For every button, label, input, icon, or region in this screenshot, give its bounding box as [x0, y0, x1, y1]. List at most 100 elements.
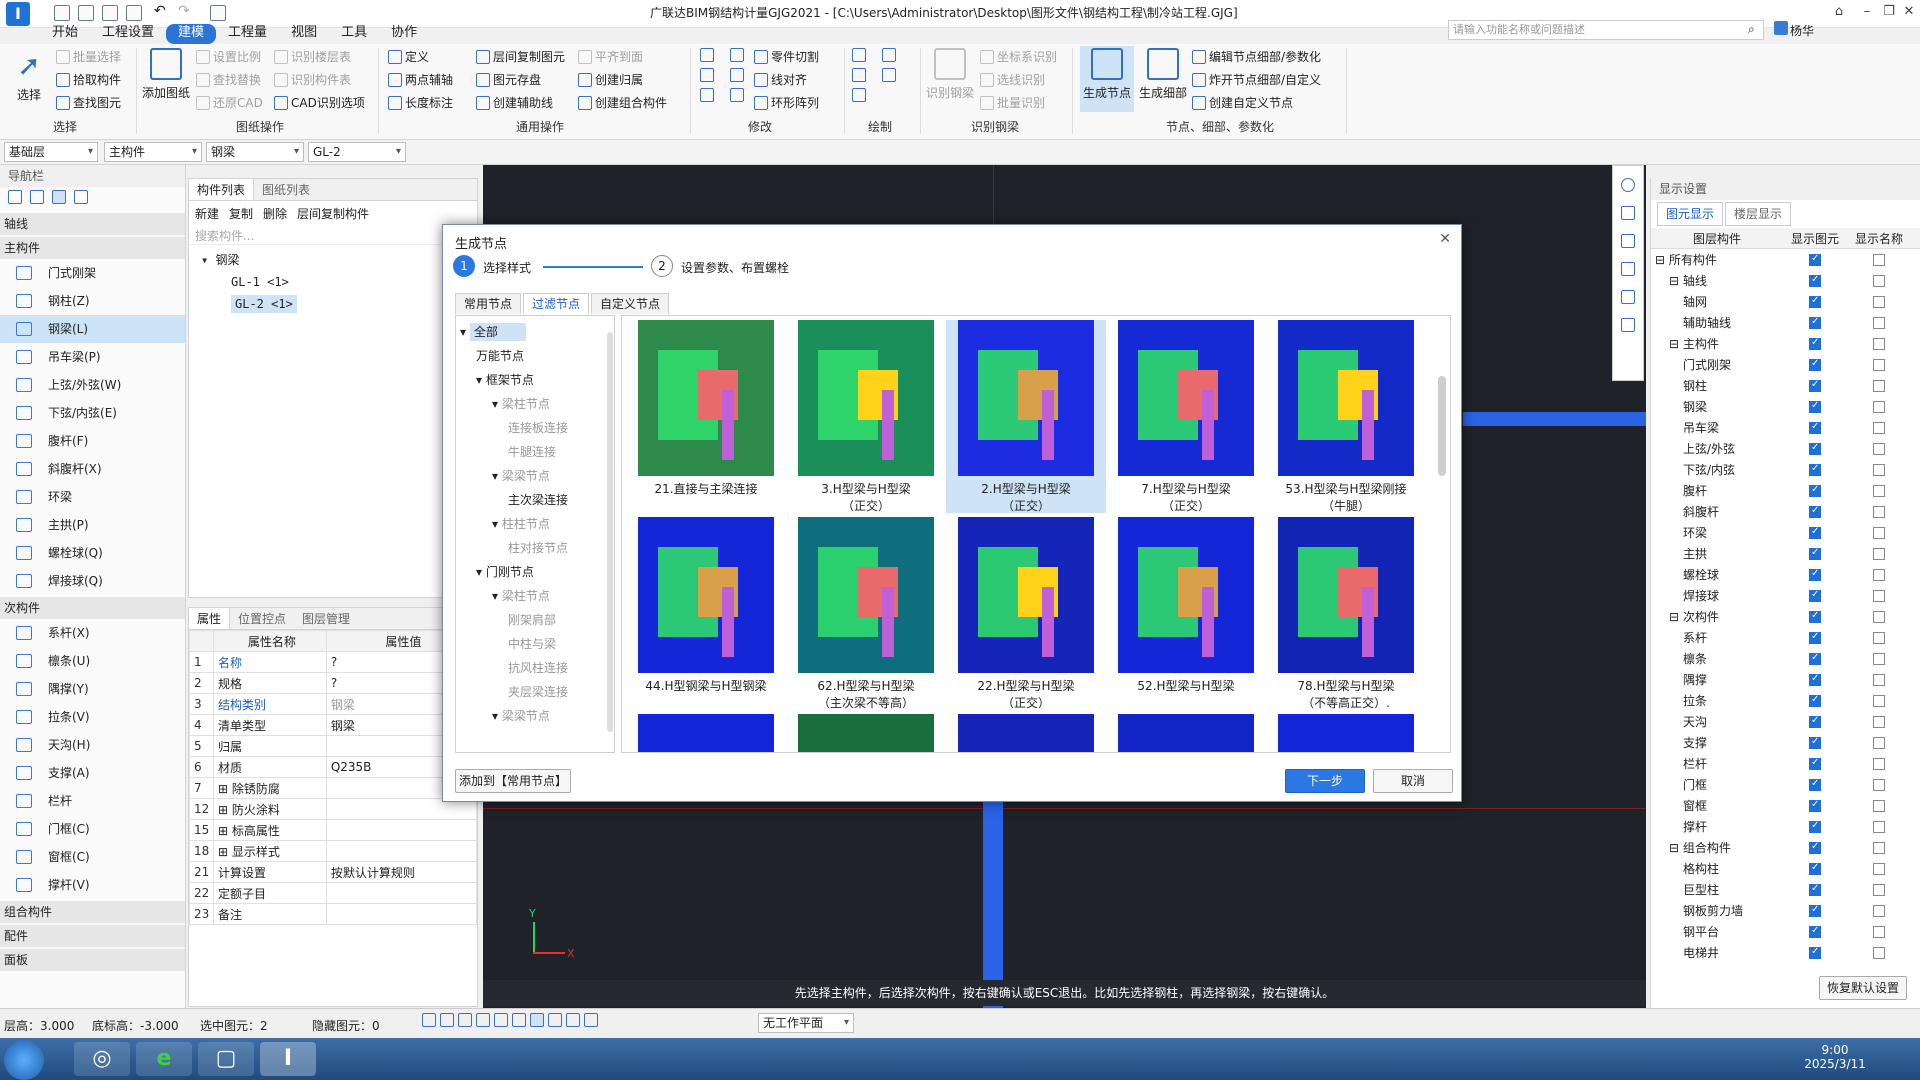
generate-node-button[interactable]: 生成节点: [1080, 46, 1134, 112]
tab-filter-nodes[interactable]: 过滤节点: [523, 293, 590, 314]
nav-section[interactable]: 次构件: [0, 597, 185, 619]
tab-component-list[interactable]: 构件列表: [189, 179, 255, 200]
show-element-checkbox[interactable]: [1809, 946, 1821, 959]
show-name-checkbox[interactable]: [1873, 716, 1885, 728]
menu-tab-1[interactable]: 工程设置: [90, 24, 166, 44]
report-icon[interactable]: [1621, 318, 1635, 332]
show-name-checkbox[interactable]: [1873, 401, 1885, 413]
property-value[interactable]: [325, 840, 478, 862]
save-icon[interactable]: [126, 5, 142, 21]
property-row[interactable]: 1 名称?: [189, 651, 478, 673]
menu-tab-6[interactable]: 协作: [379, 24, 429, 44]
show-element-checkbox[interactable]: [1809, 421, 1821, 434]
circle-snap-icon[interactable]: [494, 1013, 508, 1027]
define-button[interactable]: 定义: [388, 48, 453, 65]
menu-tab-5[interactable]: 工具: [329, 24, 379, 44]
show-name-checkbox[interactable]: [1873, 758, 1885, 770]
add-drawing-button[interactable]: 添加图纸: [138, 48, 194, 101]
pin-icon[interactable]: [8, 190, 22, 204]
show-element-checkbox[interactable]: [1809, 316, 1821, 329]
show-name-checkbox[interactable]: [1873, 674, 1885, 686]
tree-scrollbar[interactable]: [607, 332, 613, 732]
show-element-checkbox[interactable]: [1809, 673, 1821, 686]
batch-select-button[interactable]: 批量选择: [56, 48, 121, 65]
tab-control-points[interactable]: 位置控点: [230, 608, 294, 629]
tree-item-gl1[interactable]: GL-1 <1>: [201, 271, 465, 293]
show-element-checkbox[interactable]: [1809, 757, 1821, 770]
node-tree-item[interactable]: ▾ 柱柱节点: [456, 512, 614, 536]
show-element-checkbox[interactable]: [1809, 694, 1821, 707]
point-icon[interactable]: [852, 48, 866, 62]
show-element-checkbox[interactable]: [1809, 547, 1821, 560]
nav-section[interactable]: 轴线: [0, 213, 185, 235]
new-button[interactable]: 新建: [195, 205, 219, 222]
node-thumbnail[interactable]: 21.直接与主梁连接: [626, 320, 786, 513]
show-name-checkbox[interactable]: [1873, 779, 1885, 791]
node-tree-item[interactable]: 牛腿连接: [456, 440, 614, 464]
tab-custom-nodes[interactable]: 自定义节点: [591, 293, 670, 314]
tab-common-nodes[interactable]: 常用节点: [455, 293, 522, 314]
node-thumbnail[interactable]: [786, 714, 946, 752]
floor-select[interactable]: 基础层: [4, 142, 98, 162]
avatar[interactable]: [1774, 21, 1788, 35]
show-name-checkbox[interactable]: [1873, 884, 1885, 896]
identify-floor-button[interactable]: 识别楼层表: [274, 48, 365, 65]
search-icon[interactable]: ⌕: [1748, 22, 1755, 37]
add-to-common-button[interactable]: 添加到【常用节点】: [455, 769, 571, 793]
open-folder-icon[interactable]: [102, 5, 118, 21]
show-name-checkbox[interactable]: [1873, 569, 1885, 581]
snap-box-icon[interactable]: [440, 1013, 454, 1027]
nav-item[interactable]: 隅撑(Y): [0, 675, 185, 703]
nav-item[interactable]: 天沟(H): [0, 731, 185, 759]
tab-element-display[interactable]: 图元显示: [1657, 202, 1724, 226]
grid-scrollbar[interactable]: [1438, 376, 1446, 476]
show-name-checkbox[interactable]: [1873, 737, 1885, 749]
property-row[interactable]: 6 材质 Q235B: [189, 756, 478, 778]
cancel-button[interactable]: 取消: [1373, 769, 1453, 793]
dynamic-input-icon[interactable]: [530, 1013, 544, 1027]
show-name-checkbox[interactable]: [1873, 590, 1885, 602]
show-name-checkbox[interactable]: [1873, 653, 1885, 665]
nav-item[interactable]: 钢柱(Z): [0, 287, 185, 315]
show-name-checkbox[interactable]: [1873, 611, 1885, 623]
show-name-checkbox[interactable]: [1873, 254, 1885, 266]
expand-icon[interactable]: ▾: [492, 589, 502, 603]
node-thumbnail[interactable]: 2.H型梁与H型梁 （正交）: [946, 320, 1106, 513]
show-name-checkbox[interactable]: [1873, 422, 1885, 434]
nav-item[interactable]: 撑杆(V): [0, 871, 185, 899]
show-name-checkbox[interactable]: [1873, 800, 1885, 812]
node-thumbnail[interactable]: [946, 714, 1106, 752]
batch-identify-button[interactable]: 批量识别: [980, 94, 1057, 111]
collapse-icon[interactable]: ⊟: [1669, 337, 1683, 351]
nav-section[interactable]: 配件: [0, 925, 185, 947]
nav-item[interactable]: 系杆(X): [0, 619, 185, 647]
property-row[interactable]: 12 ⊞ 防火涂料: [189, 798, 478, 820]
detail-view-icon[interactable]: [74, 190, 88, 204]
rectangle-icon[interactable]: [852, 88, 866, 102]
nav-section[interactable]: 组合构件: [0, 901, 185, 923]
show-element-checkbox[interactable]: [1809, 820, 1821, 833]
show-element-checkbox[interactable]: [1809, 904, 1821, 917]
rotate-point-icon[interactable]: [882, 48, 896, 62]
tab-layer-management[interactable]: 图层管理: [294, 608, 358, 629]
custom-node-button[interactable]: 创建自定义节点: [1192, 94, 1321, 111]
node-tree-item[interactable]: 刚架肩部: [456, 608, 614, 632]
show-element-checkbox[interactable]: [1809, 841, 1821, 854]
tree-root[interactable]: ▾ 钢梁: [201, 249, 465, 271]
show-name-checkbox[interactable]: [1873, 338, 1885, 350]
find-element-button[interactable]: 查找图元: [56, 94, 121, 111]
property-row[interactable]: 2 规格?: [189, 672, 478, 694]
cube-icon[interactable]: [1621, 262, 1635, 276]
line-icon[interactable]: [852, 68, 866, 82]
property-value[interactable]: [325, 882, 478, 904]
copy-between-floors-button[interactable]: 层间复制图元: [476, 48, 565, 65]
grid-icon[interactable]: [210, 5, 226, 21]
node-tree-item[interactable]: ▾ 梁柱节点: [456, 392, 614, 416]
node-tree-item[interactable]: ▾ 框架节点: [456, 368, 614, 392]
nav-item[interactable]: 门框(C): [0, 815, 185, 843]
node-thumbnail[interactable]: [1106, 714, 1266, 752]
show-element-checkbox[interactable]: [1809, 253, 1821, 266]
property-row[interactable]: 7 ⊞ 除锈防腐: [189, 777, 478, 799]
show-name-checkbox[interactable]: [1873, 485, 1885, 497]
nav-item[interactable]: 檩条(U): [0, 647, 185, 675]
